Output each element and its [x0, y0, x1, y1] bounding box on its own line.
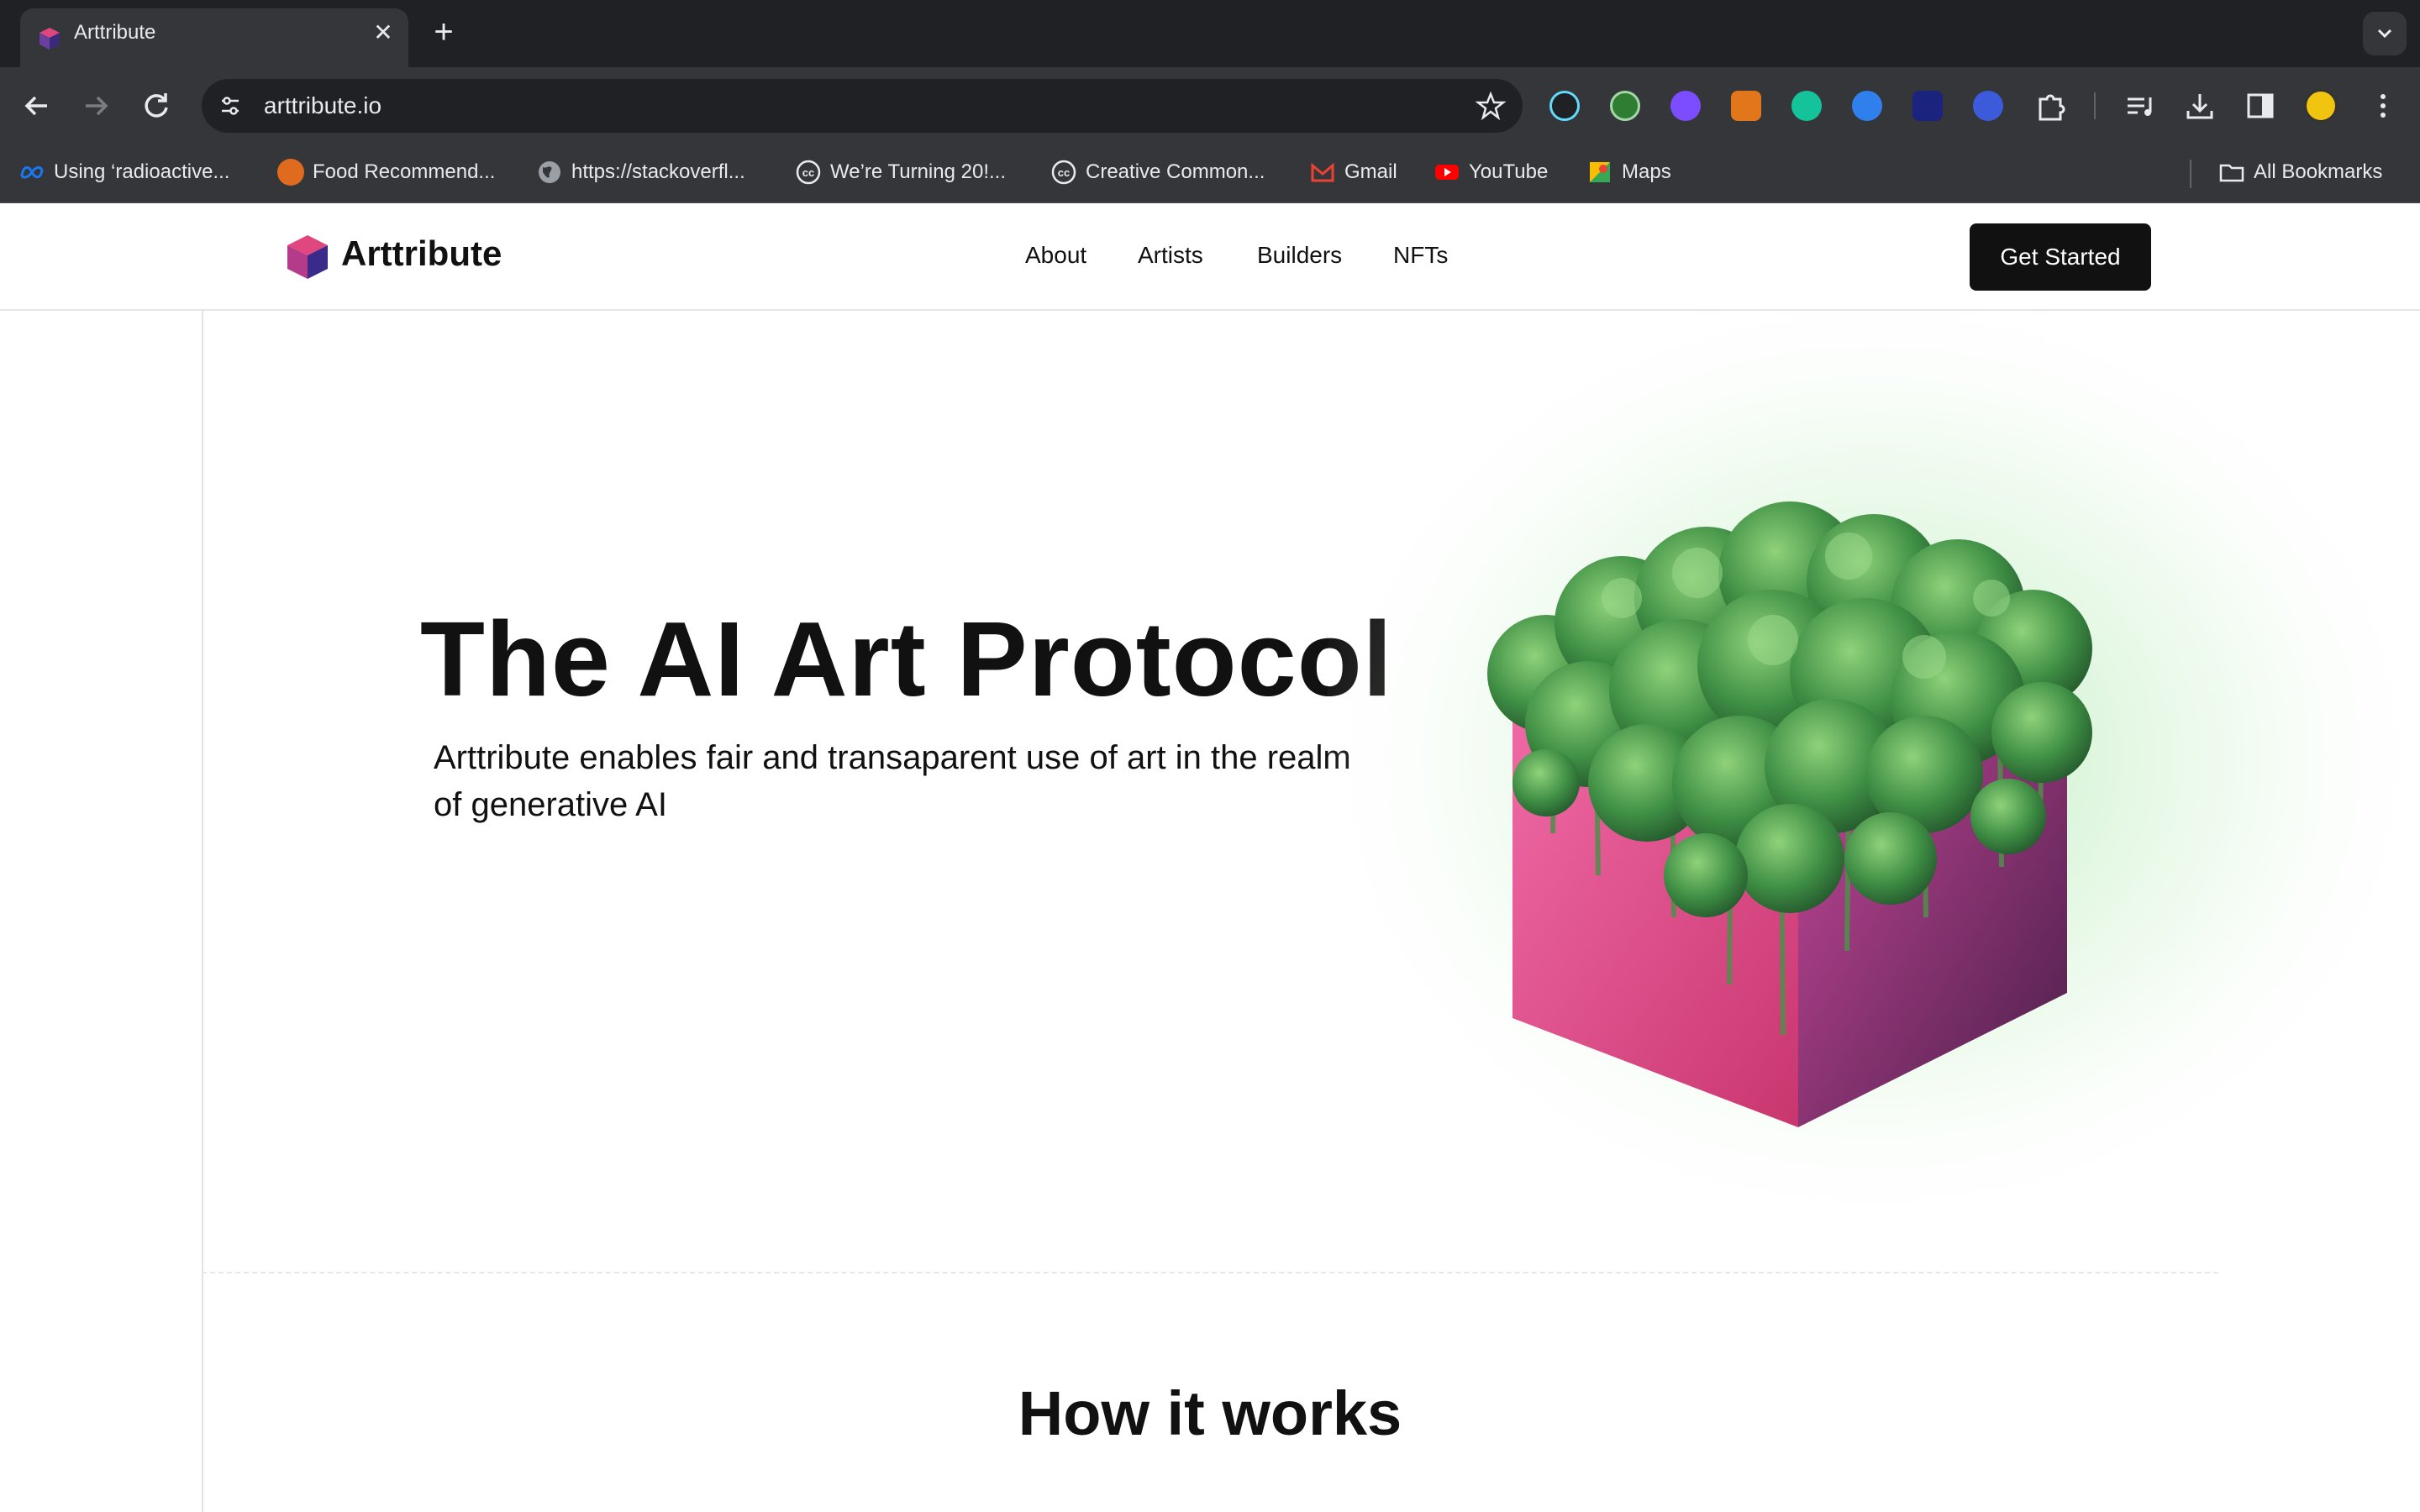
nav-link-builders[interactable]: Builders — [1257, 203, 1342, 307]
arttribute-logo-icon[interactable] — [286, 234, 329, 281]
bookmark-item[interactable]: cc Creative Common... — [1050, 144, 1265, 200]
url-text[interactable]: arttribute.io — [264, 79, 381, 133]
bookmark-item[interactable]: Food Recommend... — [277, 144, 495, 200]
svg-text:cc: cc — [1058, 166, 1070, 179]
bookmark-label: Using ‘radioactive... — [54, 160, 230, 183]
address-bar[interactable]: arttribute.io — [202, 79, 1523, 133]
new-tab-button[interactable]: + — [427, 15, 460, 49]
bookmark-label: YouTube — [1469, 160, 1549, 183]
bookmark-label: Gmail — [1344, 160, 1397, 183]
side-panel-icon[interactable] — [2242, 87, 2279, 124]
bookmark-item[interactable]: cc We’re Turning 20!... — [795, 144, 1006, 200]
grammarly-icon[interactable] — [1791, 91, 1822, 121]
left-border-line — [202, 311, 203, 1512]
section-divider — [202, 1272, 2218, 1273]
browser-toolbar: arttribute.io — [0, 67, 2420, 144]
gmail-icon — [1311, 162, 1334, 182]
all-bookmarks-label: All Bookmarks — [2254, 160, 2383, 183]
all-bookmarks-button[interactable]: All Bookmarks — [2218, 144, 2382, 200]
bookmark-label: Creative Common... — [1086, 160, 1265, 183]
svg-text:cc: cc — [802, 166, 814, 179]
bookmark-label: Food Recommend... — [313, 160, 496, 183]
youtube-icon — [1435, 165, 1459, 180]
bookmarks-divider — [2190, 160, 2191, 188]
extensions-puzzle-icon[interactable] — [2032, 87, 2069, 124]
toolbar-divider — [2094, 92, 2096, 119]
tab-search-button[interactable] — [2363, 12, 2407, 55]
circle-extension-icon[interactable] — [1973, 91, 2003, 121]
hero-title: The AI Art Protocol — [420, 600, 1393, 718]
bookmark-item[interactable]: YouTube — [1434, 144, 1548, 200]
folder-icon — [2219, 164, 2244, 182]
forward-arrow-icon[interactable] — [76, 86, 116, 126]
get-started-button[interactable]: Get Started — [1970, 223, 2151, 291]
back-arrow-icon[interactable] — [17, 86, 57, 126]
brand-name[interactable]: Arttribute — [341, 203, 502, 304]
metamask-icon[interactable] — [1731, 91, 1761, 121]
site-header: Arttribute About Artists Builders NFTs G… — [0, 203, 2420, 311]
bookmark-item[interactable]: Maps — [1586, 144, 1671, 200]
webpage: Arttribute About Artists Builders NFTs G… — [0, 203, 2420, 1512]
bookmark-star-icon[interactable] — [1476, 91, 1506, 121]
tab-title: Arttribute — [74, 21, 156, 44]
close-tab-icon[interactable]: ✕ — [370, 19, 397, 46]
cc-icon: cc — [1051, 160, 1076, 185]
react-devtools-icon[interactable] — [1549, 91, 1580, 121]
maps-icon — [1590, 162, 1610, 182]
bookmark-item[interactable]: https://stackoverfl... — [536, 144, 745, 200]
profile-avatar[interactable] — [2304, 89, 2338, 123]
active-tab[interactable]: Arttribute ✕ — [20, 8, 408, 67]
tab-strip: Arttribute ✕ + — [0, 0, 2420, 67]
forest-cube-illustration — [1487, 501, 2092, 1127]
nav-link-nfts[interactable]: NFTs — [1393, 203, 1448, 307]
bookmark-item[interactable]: Using ‘radioactive... — [18, 144, 229, 200]
arttribute-cube-icon — [39, 28, 60, 50]
cc-icon: cc — [796, 160, 821, 185]
bookmarks-bar: Using ‘radioactive... Food Recommend... … — [0, 144, 2420, 203]
food-icon — [277, 159, 304, 186]
nav-link-about[interactable]: About — [1025, 203, 1086, 307]
chevron-down-icon — [2377, 29, 2392, 39]
bookmark-label: https://stackoverfl... — [571, 160, 745, 183]
more-menu-icon[interactable] — [2365, 87, 2402, 124]
media-queue-icon[interactable] — [2121, 87, 2158, 124]
purple-extension-icon[interactable] — [1670, 91, 1701, 121]
bookmark-label: We’re Turning 20!... — [830, 160, 1006, 183]
blue-extension-icon[interactable] — [1912, 91, 1943, 121]
globe-icon — [539, 161, 560, 183]
target-extension-icon[interactable] — [1610, 91, 1640, 121]
meta-icon — [20, 165, 44, 179]
nav-link-artists[interactable]: Artists — [1138, 203, 1203, 307]
download-icon[interactable] — [2181, 87, 2218, 124]
dollar-extension-icon[interactable] — [1852, 91, 1882, 121]
hero-subtitle: Arttribute enables fair and transaparent… — [434, 739, 1351, 823]
how-it-works-heading: How it works — [1018, 1378, 1402, 1448]
reload-icon[interactable] — [136, 86, 176, 126]
bookmark-item[interactable]: Gmail — [1309, 144, 1397, 200]
site-info-icon[interactable] — [217, 92, 244, 119]
bookmark-label: Maps — [1622, 160, 1671, 183]
